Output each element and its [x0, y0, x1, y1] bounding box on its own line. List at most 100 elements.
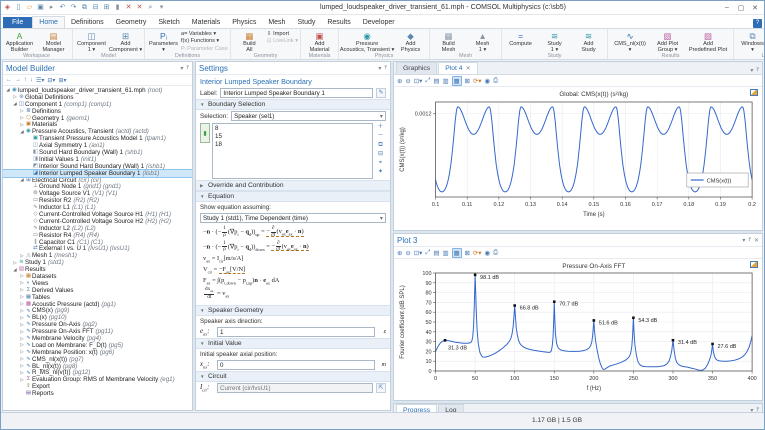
qat-dropdown-icon[interactable]: ▾	[157, 2, 166, 14]
selection-entity[interactable]: 15	[215, 133, 370, 141]
ribbon-tab-file[interactable]: File	[3, 17, 32, 28]
section-circuit[interactable]: ▼ Circuit	[196, 371, 390, 382]
add-to-selection-icon[interactable]: ＋	[375, 123, 386, 131]
minimize-button[interactable]: –	[720, 4, 734, 12]
undo-icon[interactable]: ↶	[58, 2, 67, 14]
axes-icon[interactable]: ▥	[442, 77, 448, 85]
selection-list[interactable]: 81518	[212, 123, 373, 179]
paste-icon[interactable]: ⊟	[91, 2, 100, 14]
tree-item-membrane-position-x-t-[interactable]: ▷∿Membrane Position: x(t)(pg6)	[3, 349, 192, 356]
tree-item-lumped-loudspeaker-driver-transient-61-mph[interactable]: ◢◉lumped_loudspeaker_driver_transient_61…	[3, 87, 192, 94]
tree-item-pressure-acoustics-transient[interactable]: ◢◉Pressure Acoustics, Transient(actd) (a…	[3, 128, 192, 135]
tree-item-bl-nl-x-t-[interactable]: ▷∿BL_nl(x(t))(pg8)	[3, 363, 192, 370]
tree-item-axial-symmetry-1[interactable]: ◫Axial Symmetry 1(axi1)	[3, 142, 192, 149]
section-boundary-selection[interactable]: ▼ Boundary Selection	[196, 99, 390, 110]
copy-selection-icon[interactable]: ⧉	[375, 141, 386, 149]
button-parameters-[interactable]: PᵢParameters▾	[147, 30, 180, 53]
tree-item-component-1[interactable]: ◢◫Component 1(comp1) (comp1)	[3, 101, 192, 108]
move-down-icon[interactable]: ↓	[30, 77, 33, 83]
tree-item-definitions[interactable]: ▷≣Definitions	[3, 108, 192, 115]
pin-icon[interactable]: ⫯	[186, 65, 189, 72]
create-selection-icon[interactable]: ✦	[375, 168, 386, 176]
label-input[interactable]: Interior Lumped Speaker Boundary 1	[220, 88, 373, 98]
paste-selection-icon[interactable]: ⊟	[375, 150, 386, 158]
zoom-box-dropdown-icon[interactable]: ⊡▾	[414, 249, 423, 257]
graphics-tab-graphics[interactable]: Graphics	[396, 62, 437, 74]
maximize-button[interactable]: ▢	[734, 4, 748, 12]
tree-item-sound-hard-boundary-wall-1[interactable]: ◧Sound Hard Boundary (Wall) 1(shb1)	[3, 149, 192, 156]
zoom-out-icon[interactable]: ⊖	[405, 249, 410, 257]
tree-item-global-definitions[interactable]: ▷⊛Global Definitions	[3, 94, 192, 101]
search-icon[interactable]: ⌕	[146, 2, 155, 14]
tree-item-load-on-membrane-f-d-t-[interactable]: ▷∿Load on Membrane: F_D(t)(pg5)	[3, 342, 192, 349]
tree-item-pressure-on-axis[interactable]: ▷∿Pressure On-Axis(pg2)	[3, 321, 192, 328]
lock-axes-icon[interactable]: ⊠	[465, 77, 470, 85]
pin-icon[interactable]: ⫯	[384, 65, 387, 72]
axes-icon[interactable]: ▥	[442, 249, 448, 257]
tree-item-voltage-source-v1[interactable]: ⊚Voltage Source V1(V1) (V1)	[3, 190, 192, 197]
panel-menu-icon[interactable]: ▾	[180, 65, 183, 72]
selection-entity[interactable]: 18	[215, 141, 370, 149]
ribbon-tab-mesh[interactable]: Mesh	[262, 17, 291, 28]
duplicate-icon[interactable]: ⊞	[102, 2, 111, 14]
ribbon-tab-home[interactable]: Home	[32, 16, 65, 28]
go-to-plot-group-icon[interactable]	[750, 89, 758, 96]
button-compute-[interactable]: =Compute	[504, 30, 537, 53]
button-study-1-[interactable]: ≋Study1 ▾	[538, 30, 571, 53]
button-windows-[interactable]: ⧉Windows▾	[736, 30, 764, 53]
tree-item-electrical-circuit[interactable]: ◢⊞Electrical Circuit(cir) (cir)	[3, 177, 192, 184]
ribbon-tab-physics[interactable]: Physics	[226, 17, 262, 28]
forward-icon[interactable]: →	[15, 77, 21, 83]
button-add-physics[interactable]: ◆AddPhysics	[394, 30, 427, 53]
tree-item-results[interactable]: ◢▧Results	[3, 266, 192, 273]
axis-limits-icon[interactable]: ▦	[452, 248, 462, 258]
button-mesh-1-[interactable]: ▲Mesh1 ▾	[466, 30, 499, 53]
button-cms-nl-x-t-[interactable]: ∿CMS_nl(x(t))▾	[610, 30, 650, 53]
menu-a-variables-[interactable]: a= Variables ▾	[181, 31, 228, 38]
panel-menu-icon[interactable]: ▾	[378, 65, 381, 72]
tree-item-mesh-1[interactable]: ▷◬Mesh 1(mesh1)	[3, 252, 192, 259]
section-equation[interactable]: ▼ Equation	[196, 191, 390, 202]
equation-study-dropdown[interactable]: Study 1 (std1), Time Dependent (time)▾	[200, 213, 386, 223]
selection-entity[interactable]: 8	[215, 125, 370, 133]
grid-icon[interactable]: ▤	[433, 77, 439, 85]
collapse-dropdown-icon[interactable]: ⊞▾	[58, 77, 66, 84]
tree-item-reports[interactable]: ▤Reports	[3, 390, 192, 397]
button-add-predefined-plot[interactable]: ▨AddPredefined Plot	[685, 30, 731, 53]
tree-item-current-controlled-voltage-source-h2[interactable]: ◇Current-Controlled Voltage Source H2(H2…	[3, 218, 192, 225]
button-build-all[interactable]: ▦BuildAll	[233, 30, 266, 53]
remove-from-selection-icon[interactable]: －	[375, 132, 386, 140]
tree-item-external-i-vs-u-1[interactable]: ⇄External I vs. U 1(IvsU1) (IvsU1)	[3, 245, 192, 252]
compact-history-icon[interactable]: ▸	[47, 2, 56, 14]
tree-item-datasets[interactable]: ▷▦Datasets	[3, 273, 192, 280]
tree-item-initial-values-1[interactable]: ◨Initial Values 1(init1)	[3, 156, 192, 163]
tree-item-inductor-l2[interactable]: ∿Inductor L2(L2) (L2)	[3, 225, 192, 232]
axis-limits-icon[interactable]: ▦	[452, 76, 462, 86]
tree-item-current-controlled-voltage-source-h1[interactable]: ◇Current-Controlled Voltage Source H1(H1…	[3, 211, 192, 218]
eax-input[interactable]: 1	[217, 327, 375, 337]
tree-item-materials[interactable]: ▷▣Materials	[3, 121, 192, 128]
menu-f-x-functions-[interactable]: f(x) Functions ▾	[181, 38, 228, 45]
tree-item-geometry-1[interactable]: ▷⬡Geometry 1(geom1)	[3, 115, 192, 122]
copy-icon[interactable]: ⧉	[80, 2, 89, 14]
new-file-icon[interactable]: ▯	[14, 2, 23, 14]
ribbon-tab-study[interactable]: Study	[291, 17, 321, 28]
section-override-contribution[interactable]: ▶ Override and Contribution	[196, 180, 390, 191]
move-up-icon[interactable]: ↑	[24, 77, 27, 83]
active-selection-toggle[interactable]: ▮	[200, 123, 210, 143]
fft-plot-canvas[interactable]: 0501001502002503003504000102030405060708…	[394, 259, 762, 400]
pin-icon[interactable]: ⫯	[748, 237, 751, 244]
zoom-in-icon[interactable]: ⊕	[397, 77, 402, 85]
section-initial-value[interactable]: ▼ Initial Value	[196, 338, 390, 349]
tree-item-cms-x-[interactable]: ▷∿CMS(x)(pg9)	[3, 308, 192, 315]
rename-button[interactable]: ✎	[376, 88, 386, 98]
tree-item-study-1[interactable]: ▷≋Study 1(std1)	[3, 259, 192, 266]
ribbon-tab-developer[interactable]: Developer	[357, 17, 401, 28]
graphics-tab-plot-4[interactable]: Plot 4✕	[438, 62, 477, 74]
button-add-plot-group-[interactable]: ▧Add PlotGroup ▾	[651, 30, 684, 53]
tree-item-membrane-velocity[interactable]: ▷∿Membrane Velocity(pg4)	[3, 335, 192, 342]
redo-icon[interactable]: ↷	[69, 2, 78, 14]
tree-item-resistor-r2[interactable]: ▭Resistor R2(R2) (R2)	[3, 197, 192, 204]
zoom-in-icon[interactable]: ⊕	[397, 249, 402, 257]
lock-axes-icon[interactable]: ⊠	[465, 249, 470, 257]
